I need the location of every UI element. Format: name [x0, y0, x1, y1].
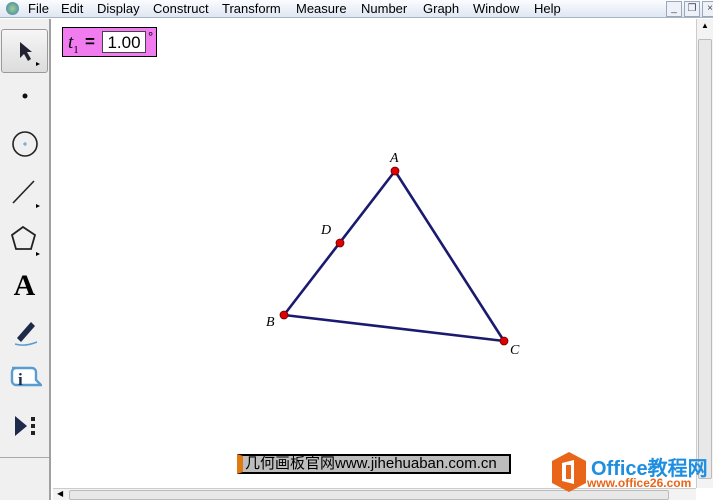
- point-a[interactable]: [390, 166, 400, 176]
- label-c[interactable]: C: [510, 343, 520, 358]
- logo-url: www.office26.com: [587, 476, 692, 490]
- vertical-scroll-thumb[interactable]: [698, 39, 712, 479]
- scroll-up-icon[interactable]: ▲: [701, 21, 709, 30]
- point-c[interactable]: [499, 336, 509, 346]
- vertical-scrollbar[interactable]: ▲: [696, 19, 713, 488]
- label-b[interactable]: B: [266, 315, 275, 330]
- point-d[interactable]: [335, 238, 345, 248]
- point-b[interactable]: [279, 310, 289, 320]
- label-a[interactable]: A: [389, 151, 399, 166]
- segment-bc[interactable]: [283, 313, 505, 343]
- scroll-left-icon[interactable]: ◀: [57, 489, 63, 498]
- office-logo-icon: [552, 452, 586, 492]
- watermark-caption: 几何画板官网www.jihehuaban.com.cn: [237, 454, 511, 474]
- office26-logo: Office教程网 www.office26.com: [549, 450, 709, 495]
- label-d[interactable]: D: [320, 223, 331, 238]
- triangle-figure: A B C D: [266, 151, 520, 358]
- segment-ca[interactable]: [393, 170, 506, 342]
